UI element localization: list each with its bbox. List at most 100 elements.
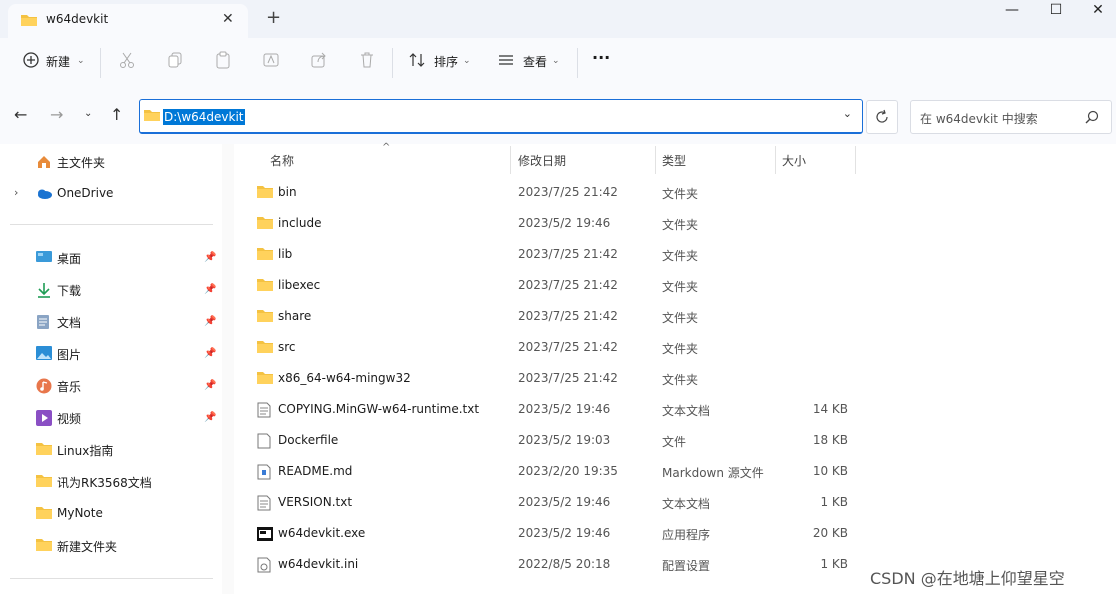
sidebar-item-onedrive[interactable]: OneDrive bbox=[57, 186, 113, 200]
pin-icon[interactable]: 📌 bbox=[204, 284, 216, 295]
search-input[interactable]: 在 w64devkit 中搜索 bbox=[920, 110, 1038, 127]
column-header-date[interactable]: 修改日期 bbox=[518, 152, 566, 169]
file-type: 文本文档 bbox=[662, 404, 711, 418]
column-divider[interactable] bbox=[855, 146, 856, 174]
sidebar-divider bbox=[10, 224, 213, 225]
text-file-icon bbox=[257, 495, 273, 511]
expand-chevron-icon[interactable]: › bbox=[14, 186, 18, 199]
file-icon bbox=[257, 433, 273, 449]
paste-icon[interactable] bbox=[214, 51, 232, 69]
new-tab-button[interactable]: + bbox=[266, 7, 281, 28]
column-header-size[interactable]: 大小 bbox=[782, 152, 806, 169]
pictures-icon bbox=[36, 346, 52, 363]
markdown-file-icon bbox=[257, 464, 273, 480]
folder-icon bbox=[144, 110, 160, 121]
rename-icon[interactable] bbox=[262, 51, 280, 69]
file-date: 2023/5/2 19:46 bbox=[518, 495, 611, 509]
file-date: 2023/5/2 19:03 bbox=[518, 433, 611, 447]
file-type: 文件夹 bbox=[662, 342, 699, 356]
file-type: Markdown 源文件 bbox=[662, 466, 764, 480]
file-type: 文件夹 bbox=[662, 373, 699, 387]
sidebar-item-music[interactable]: 音乐 bbox=[57, 378, 81, 395]
file-size: 1 KB bbox=[820, 557, 848, 571]
pin-icon[interactable]: 📌 bbox=[204, 348, 216, 359]
file-size: 20 KB bbox=[812, 526, 848, 540]
recent-chevron-icon[interactable]: ⌄ bbox=[84, 108, 92, 119]
minimize-button[interactable]: — bbox=[990, 2, 1034, 24]
pin-icon[interactable]: 📌 bbox=[204, 316, 216, 327]
sidebar-item-rk3568-docs[interactable]: 讯为RK3568文档 bbox=[57, 474, 152, 491]
file-name: README.md bbox=[278, 464, 353, 478]
view-button[interactable]: 查看 bbox=[523, 53, 547, 70]
file-name: Dockerfile bbox=[278, 433, 339, 447]
column-divider[interactable] bbox=[655, 146, 656, 174]
file-date: 2023/7/25 21:42 bbox=[518, 340, 618, 354]
file-name: VERSION.txt bbox=[278, 495, 353, 509]
sort-icon bbox=[409, 53, 425, 67]
delete-icon[interactable] bbox=[358, 51, 376, 69]
sidebar-item-linux-guide[interactable]: Linux指南 bbox=[57, 442, 113, 459]
file-date: 2023/7/25 21:42 bbox=[518, 247, 618, 261]
desktop-icon bbox=[36, 250, 52, 267]
pin-icon[interactable]: 📌 bbox=[204, 412, 216, 423]
pin-icon[interactable]: 📌 bbox=[204, 380, 216, 391]
sidebar-scrollbar[interactable] bbox=[222, 144, 234, 594]
address-path-text[interactable]: D:\w64devkit bbox=[163, 109, 245, 125]
file-date: 2023/7/25 21:42 bbox=[518, 371, 618, 385]
file-type: 文件夹 bbox=[662, 249, 699, 263]
sidebar-item-desktop[interactable]: 桌面 bbox=[57, 250, 81, 267]
toolbar-divider bbox=[392, 48, 393, 78]
folder-icon bbox=[36, 474, 52, 491]
sidebar-item-videos[interactable]: 视频 bbox=[57, 410, 81, 427]
file-size: 10 KB bbox=[812, 464, 848, 478]
file-date: 2023/7/25 21:42 bbox=[518, 278, 618, 292]
back-arrow-icon[interactable]: ← bbox=[14, 105, 27, 124]
sort-ascending-icon: ^ bbox=[382, 142, 391, 153]
cut-icon[interactable] bbox=[118, 51, 136, 69]
file-type: 文件夹 bbox=[662, 311, 699, 325]
address-dropdown-icon[interactable]: ⌄ bbox=[843, 107, 852, 120]
toolbar-divider bbox=[577, 48, 578, 78]
column-header-type[interactable]: 类型 bbox=[662, 152, 686, 169]
share-icon[interactable] bbox=[310, 51, 328, 69]
file-type: 文件 bbox=[662, 435, 687, 449]
new-button[interactable]: 新建 bbox=[46, 53, 70, 70]
refresh-button[interactable] bbox=[866, 100, 898, 134]
column-divider[interactable] bbox=[775, 146, 776, 174]
folder-icon bbox=[36, 538, 52, 555]
sort-button[interactable]: 排序 bbox=[434, 53, 458, 70]
watermark: CSDN @在地塘上仰望星空 bbox=[870, 569, 1065, 588]
folder-icon bbox=[257, 216, 273, 232]
file-name: include bbox=[278, 216, 322, 230]
file-type: 文本文档 bbox=[662, 497, 711, 511]
sidebar-item-downloads[interactable]: 下载 bbox=[57, 282, 81, 299]
address-bar[interactable]: ⌄ bbox=[139, 99, 863, 134]
sidebar-item-home[interactable]: 主文件夹 bbox=[57, 154, 105, 171]
file-date: 2022/8/5 20:18 bbox=[518, 557, 611, 571]
close-window-button[interactable]: ✕ bbox=[1076, 2, 1116, 24]
sidebar-item-mynote[interactable]: MyNote bbox=[57, 506, 103, 520]
sidebar-item-new-folder[interactable]: 新建文件夹 bbox=[57, 538, 117, 555]
folder-icon bbox=[21, 15, 37, 26]
column-divider[interactable] bbox=[510, 146, 511, 174]
chevron-down-icon: ⌄ bbox=[552, 56, 560, 66]
refresh-icon bbox=[876, 109, 888, 123]
up-arrow-icon[interactable]: ↑ bbox=[110, 105, 123, 124]
folder-icon bbox=[257, 309, 273, 325]
active-tab[interactable]: w64devkit ✕ bbox=[8, 4, 248, 38]
more-options-button[interactable]: ··· bbox=[592, 48, 610, 67]
sidebar-item-pictures[interactable]: 图片 bbox=[57, 346, 81, 363]
file-name: x86_64-w64-mingw32 bbox=[278, 371, 411, 385]
maximize-button[interactable]: ☐ bbox=[1034, 2, 1078, 24]
folder-icon bbox=[36, 506, 52, 523]
close-tab-icon[interactable]: ✕ bbox=[222, 11, 234, 27]
file-size: 14 KB bbox=[812, 402, 848, 416]
file-date: 2023/7/25 21:42 bbox=[518, 185, 618, 199]
copy-icon[interactable] bbox=[166, 51, 184, 69]
file-name: COPYING.MinGW-w64-runtime.txt bbox=[278, 402, 480, 416]
column-header-name[interactable]: 名称 bbox=[270, 152, 294, 169]
file-date: 2023/2/20 19:35 bbox=[518, 464, 618, 478]
forward-arrow-icon[interactable]: → bbox=[50, 105, 63, 124]
sidebar-item-documents[interactable]: 文档 bbox=[57, 314, 81, 331]
pin-icon[interactable]: 📌 bbox=[204, 252, 216, 263]
